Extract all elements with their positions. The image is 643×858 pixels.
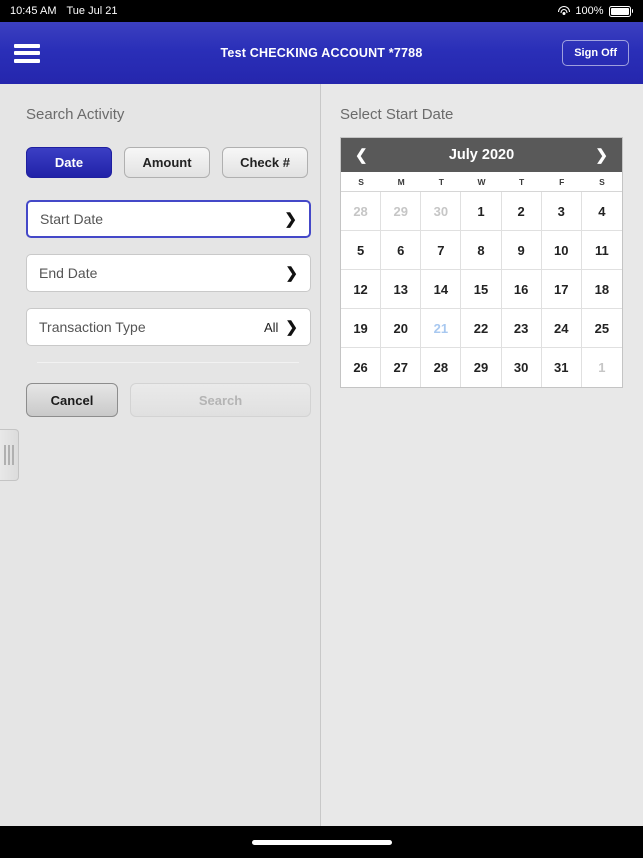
- calendar-day-22[interactable]: 22: [461, 309, 502, 348]
- calendar-day-20[interactable]: 20: [381, 309, 422, 348]
- device-screen: 10:45 AM Tue Jul 21 100% Test CHECKING A…: [0, 0, 643, 858]
- end-date-field[interactable]: End Date ❯: [26, 254, 311, 292]
- sign-off-button[interactable]: Sign Off: [562, 40, 629, 66]
- calendar-day-9[interactable]: 9: [501, 231, 542, 270]
- page-title: Test CHECKING ACCOUNT *7788: [220, 46, 423, 60]
- start-date-field[interactable]: Start Date ❯: [26, 200, 311, 238]
- calendar-day-6[interactable]: 6: [381, 231, 422, 270]
- chevron-right-icon: ❯: [285, 318, 298, 336]
- chevron-left-icon[interactable]: ❮: [355, 148, 368, 163]
- calendar-header: ❮ July 2020 ❯: [341, 138, 622, 172]
- wifi-icon: [557, 6, 570, 16]
- nav-bar: Test CHECKING ACCOUNT *7788 Sign Off: [0, 22, 643, 84]
- start-date-label: Start Date: [40, 211, 104, 227]
- drag-handle-icon[interactable]: [0, 429, 19, 481]
- calendar-day-4[interactable]: 4: [581, 192, 622, 231]
- transaction-type-value: All: [263, 319, 279, 335]
- calendar-day-1[interactable]: 1: [461, 192, 502, 231]
- search-activity-heading: Search Activity: [26, 106, 125, 123]
- calendar-day-11[interactable]: 11: [581, 231, 622, 270]
- status-bar: 10:45 AM Tue Jul 21 100%: [0, 0, 643, 22]
- select-start-date-pane: Select Start Date ❮ July 2020 ❯ S M T W …: [321, 84, 643, 826]
- home-indicator: [251, 840, 392, 845]
- weekday-label: F: [559, 177, 565, 187]
- calendar-day-13[interactable]: 13: [381, 270, 422, 309]
- status-date: Tue Jul 21: [66, 5, 118, 17]
- search-fields: Start Date ❯ End Date ❯ Transaction Type…: [0, 178, 320, 346]
- form-actions: Cancel Search: [0, 363, 320, 417]
- calendar-day-27[interactable]: 27: [381, 348, 422, 387]
- status-bar-left: 10:45 AM Tue Jul 21: [10, 5, 117, 17]
- search-type-segmented-control: Date Amount Check #: [0, 123, 320, 178]
- calendar-day-16[interactable]: 16: [501, 270, 542, 309]
- search-button[interactable]: Search: [130, 383, 311, 417]
- calendar-day-7[interactable]: 7: [421, 231, 462, 270]
- weekday-label: S: [599, 177, 605, 187]
- calendar-day-21[interactable]: 21: [421, 309, 462, 348]
- calendar-day-grid: 28 29 30 1 2 3 4 5 6 7 8 9 10 11 12 13 14 15 16 17 18 19 20 21 2…: [341, 192, 622, 387]
- status-bar-right: 100%: [557, 5, 633, 17]
- transaction-type-field[interactable]: Transaction Type All ❯: [26, 308, 311, 346]
- battery-percent-label: 100%: [575, 5, 604, 17]
- battery-full-icon: [608, 5, 633, 17]
- calendar-day-8[interactable]: 8: [461, 231, 502, 270]
- calendar-day-1[interactable]: 1: [581, 348, 622, 387]
- cancel-button[interactable]: Cancel: [26, 383, 118, 417]
- date-picker-calendar: ❮ July 2020 ❯ S M T W T F S 28 29 30 1 2 3 4 5 6…: [340, 137, 623, 388]
- chevron-right-icon[interactable]: ❯: [595, 148, 608, 163]
- calendar-day-23[interactable]: 23: [501, 309, 542, 348]
- calendar-day-26[interactable]: 26: [341, 348, 382, 387]
- calendar-day-18[interactable]: 18: [581, 270, 622, 309]
- calendar-day-24[interactable]: 24: [541, 309, 582, 348]
- calendar-day-31[interactable]: 31: [541, 348, 582, 387]
- calendar-day-29[interactable]: 29: [381, 192, 422, 231]
- select-start-date-heading: Select Start Date: [340, 106, 454, 123]
- transaction-type-label: Transaction Type: [39, 319, 146, 335]
- calendar-day-14[interactable]: 14: [421, 270, 462, 309]
- search-activity-pane: Search Activity Date Amount Check # Star…: [0, 84, 321, 826]
- weekday-label: T: [438, 177, 444, 187]
- chevron-right-icon: ❯: [284, 210, 297, 228]
- calendar-day-12[interactable]: 12: [341, 270, 382, 309]
- calendar-day-30[interactable]: 30: [421, 192, 462, 231]
- calendar-day-28[interactable]: 28: [421, 348, 462, 387]
- segment-date-button[interactable]: Date: [26, 147, 112, 178]
- weekday-label: M: [397, 177, 405, 187]
- calendar-weekday-header: S M T W T F S: [341, 172, 622, 192]
- calendar-day-25[interactable]: 25: [581, 309, 622, 348]
- calendar-day-29[interactable]: 29: [461, 348, 502, 387]
- chevron-right-icon: ❯: [285, 264, 298, 282]
- calendar-day-30[interactable]: 30: [501, 348, 542, 387]
- weekday-label: T: [519, 177, 525, 187]
- segment-check-number-button[interactable]: Check #: [222, 147, 308, 178]
- status-time: 10:45 AM: [10, 5, 57, 17]
- calendar-day-17[interactable]: 17: [541, 270, 582, 309]
- calendar-day-2[interactable]: 2: [501, 192, 542, 231]
- calendar-day-5[interactable]: 5: [341, 231, 382, 270]
- weekday-label: W: [477, 177, 486, 187]
- calendar-month-label: July 2020: [448, 147, 515, 163]
- calendar-day-10[interactable]: 10: [541, 231, 582, 270]
- weekday-label: S: [358, 177, 364, 187]
- calendar-day-15[interactable]: 15: [461, 270, 502, 309]
- calendar-day-19[interactable]: 19: [341, 309, 382, 348]
- end-date-label: End Date: [39, 265, 98, 281]
- calendar-day-3[interactable]: 3: [541, 192, 582, 231]
- segment-amount-button[interactable]: Amount: [124, 147, 210, 178]
- calendar-day-28[interactable]: 28: [341, 192, 382, 231]
- hamburger-menu-icon[interactable]: [14, 43, 40, 63]
- content-area: Search Activity Date Amount Check # Star…: [0, 84, 643, 826]
